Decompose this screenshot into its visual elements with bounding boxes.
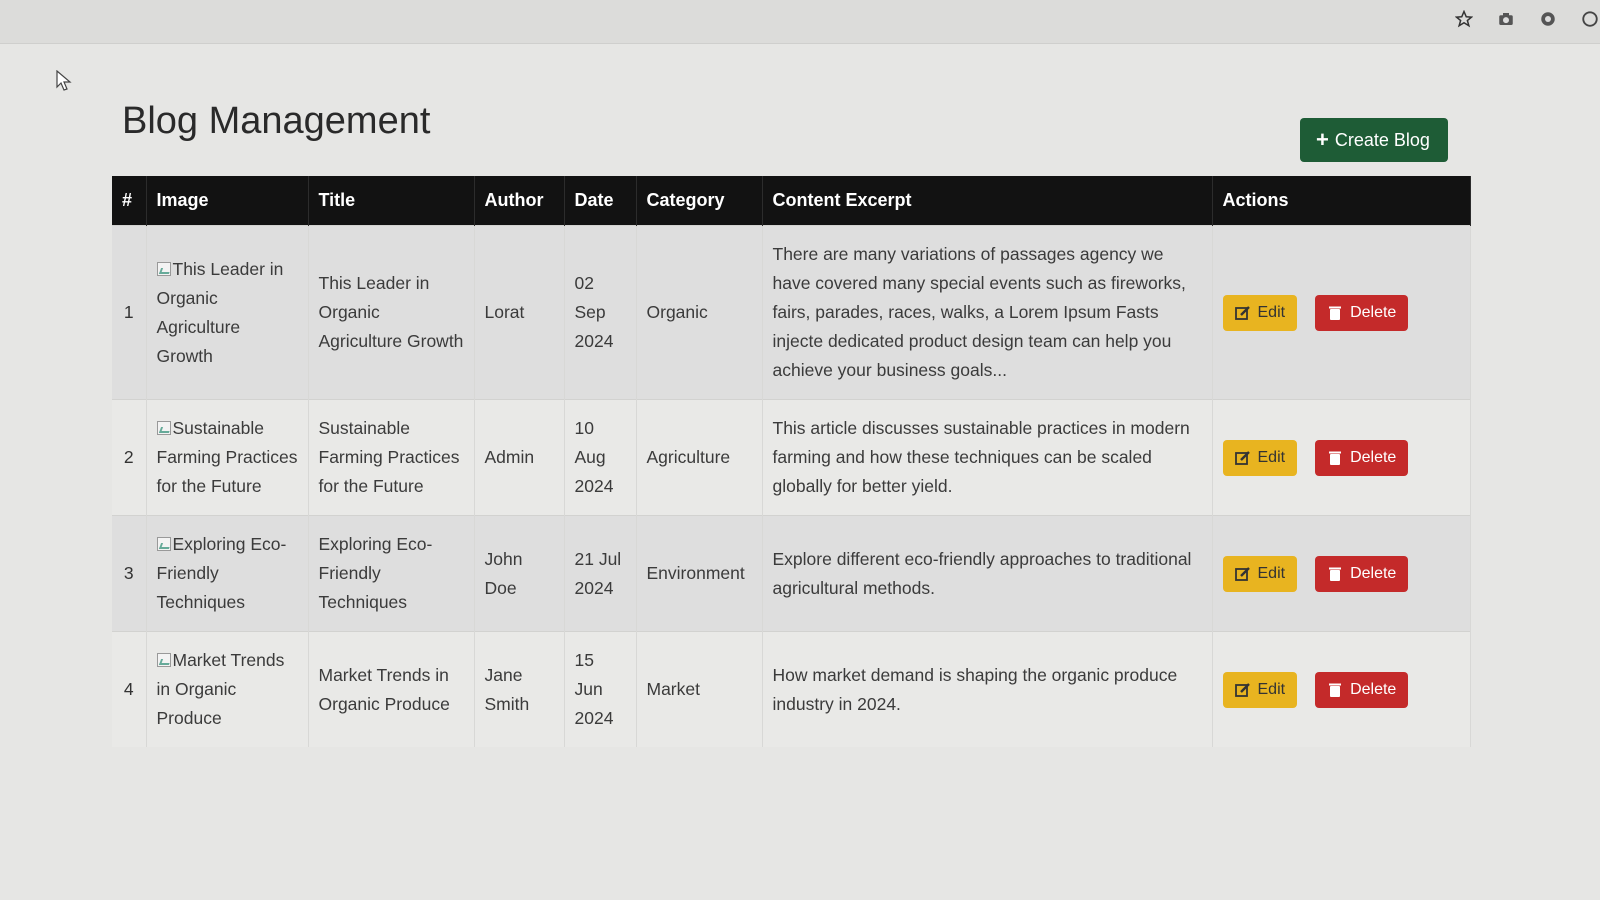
column-header-author: Author: [474, 176, 565, 226]
row-image: Market Trends in Organic Produce: [146, 631, 309, 747]
row-number: 2: [112, 399, 147, 516]
blog-table: # Image Title Author Date Category Conte…: [112, 176, 1471, 747]
row-title: This Leader in Organic Agriculture Growt…: [308, 225, 475, 400]
row-excerpt: This article discusses sustainable pract…: [762, 399, 1213, 516]
edit-button[interactable]: Edit: [1222, 671, 1298, 708]
row-title: Sustainable Farming Practices for the Fu…: [308, 399, 475, 516]
plus-icon: +: [1316, 127, 1329, 152]
image-alt-text: This Leader in Organic Agriculture Growt…: [156, 258, 284, 366]
row-author: Admin: [474, 399, 565, 516]
mouse-cursor-icon: [56, 70, 72, 91]
browser-toolbar: [0, 0, 1600, 44]
image-alt-text: Market Trends in Organic Produce: [156, 650, 285, 728]
row-date: 21 Jul 2024: [564, 515, 637, 632]
delete-button[interactable]: Delete: [1315, 555, 1409, 592]
blog-table-container: # Image Title Author Date Category Conte…: [112, 176, 1471, 747]
row-author: Lorat: [474, 225, 565, 400]
row-image: Sustainable Farming Practices for the Fu…: [146, 399, 309, 516]
create-blog-label: Create Blog: [1334, 129, 1430, 150]
camera-icon[interactable]: [1496, 10, 1516, 30]
image-alt-text: Sustainable Farming Practices for the Fu…: [156, 418, 298, 496]
column-header-excerpt: Content Excerpt: [762, 176, 1213, 226]
delete-button[interactable]: Delete: [1315, 439, 1409, 476]
delete-button[interactable]: Delete: [1315, 671, 1409, 708]
row-number: 4: [112, 631, 147, 747]
column-header-title: Title: [308, 176, 475, 226]
delete-label: Delete: [1350, 449, 1397, 466]
edit-label: Edit: [1257, 681, 1286, 698]
column-header-date: Date: [564, 176, 637, 226]
broken-image-icon: [156, 653, 171, 667]
row-number: 3: [112, 515, 147, 632]
column-header-number: #: [112, 176, 147, 226]
row-actions: Edit Delete: [1212, 515, 1471, 632]
broken-image-icon: [156, 421, 171, 435]
delete-label: Delete: [1350, 565, 1397, 582]
row-date: 02 Sep 2024: [564, 225, 637, 400]
row-title: Exploring Eco-Friendly Techniques: [308, 515, 475, 632]
trash-icon: [1329, 451, 1342, 465]
delete-label: Delete: [1350, 304, 1397, 321]
row-excerpt: How market demand is shaping the organic…: [762, 631, 1213, 747]
column-header-category: Category: [636, 176, 763, 226]
profile-icon[interactable]: [1580, 10, 1600, 30]
table-header: # Image Title Author Date Category Conte…: [112, 176, 1471, 226]
row-date: 10 Aug 2024: [564, 399, 637, 516]
table-row: 3 Exploring Eco-Friendly Techniques Expl…: [112, 515, 1471, 632]
row-author: Jane Smith: [474, 631, 565, 747]
row-excerpt: Explore different eco-friendly approache…: [762, 515, 1213, 632]
row-category: Environment: [636, 515, 763, 632]
row-category: Market: [636, 631, 763, 747]
star-icon[interactable]: [1454, 9, 1474, 30]
edit-button[interactable]: Edit: [1222, 439, 1298, 476]
broken-image-icon: [156, 261, 171, 276]
row-actions: Edit Delete: [1212, 399, 1471, 516]
row-category: Agriculture: [636, 399, 763, 516]
table-body: 1 This Leader in Organic Agriculture Gro…: [112, 225, 1471, 747]
browser-toolbar-icons: [1454, 9, 1600, 30]
edit-label: Edit: [1257, 565, 1286, 582]
delete-button[interactable]: Delete: [1315, 294, 1409, 331]
broken-image-icon: [156, 537, 171, 551]
edit-label: Edit: [1257, 304, 1286, 321]
edit-icon: [1234, 450, 1250, 465]
trash-icon: [1329, 567, 1342, 581]
row-actions: Edit Delete: [1212, 631, 1471, 747]
column-header-actions: Actions: [1212, 176, 1471, 226]
edit-button[interactable]: Edit: [1222, 294, 1298, 331]
delete-label: Delete: [1350, 681, 1397, 698]
trash-icon: [1329, 683, 1342, 697]
column-header-image: Image: [146, 176, 309, 226]
edit-icon: [1234, 305, 1250, 320]
table-row: 2 Sustainable Farming Practices for the …: [112, 399, 1471, 516]
row-image: Exploring Eco-Friendly Techniques: [146, 515, 309, 632]
table-row: 4 Market Trends in Organic Produce Marke…: [112, 631, 1471, 747]
edit-button[interactable]: Edit: [1222, 555, 1298, 592]
create-blog-button[interactable]: + Create Blog: [1300, 118, 1448, 162]
image-alt-text: Exploring Eco-Friendly Techniques: [156, 534, 287, 612]
table-row: 1 This Leader in Organic Agriculture Gro…: [112, 225, 1471, 400]
edit-icon: [1234, 682, 1250, 697]
page-title: Blog Management: [122, 100, 431, 142]
row-number: 1: [112, 225, 147, 400]
row-excerpt: There are many variations of passages ag…: [762, 225, 1213, 400]
row-actions: Edit Delete: [1212, 225, 1471, 400]
row-date: 15 Jun 2024: [564, 631, 637, 747]
row-image: This Leader in Organic Agriculture Growt…: [146, 225, 309, 400]
edit-icon: [1234, 566, 1250, 581]
edit-label: Edit: [1257, 449, 1286, 466]
row-category: Organic: [636, 225, 763, 400]
trash-icon: [1329, 306, 1342, 320]
row-title: Market Trends in Organic Produce: [308, 631, 475, 747]
extension-icon[interactable]: [1538, 10, 1558, 30]
row-author: John Doe: [474, 515, 565, 632]
